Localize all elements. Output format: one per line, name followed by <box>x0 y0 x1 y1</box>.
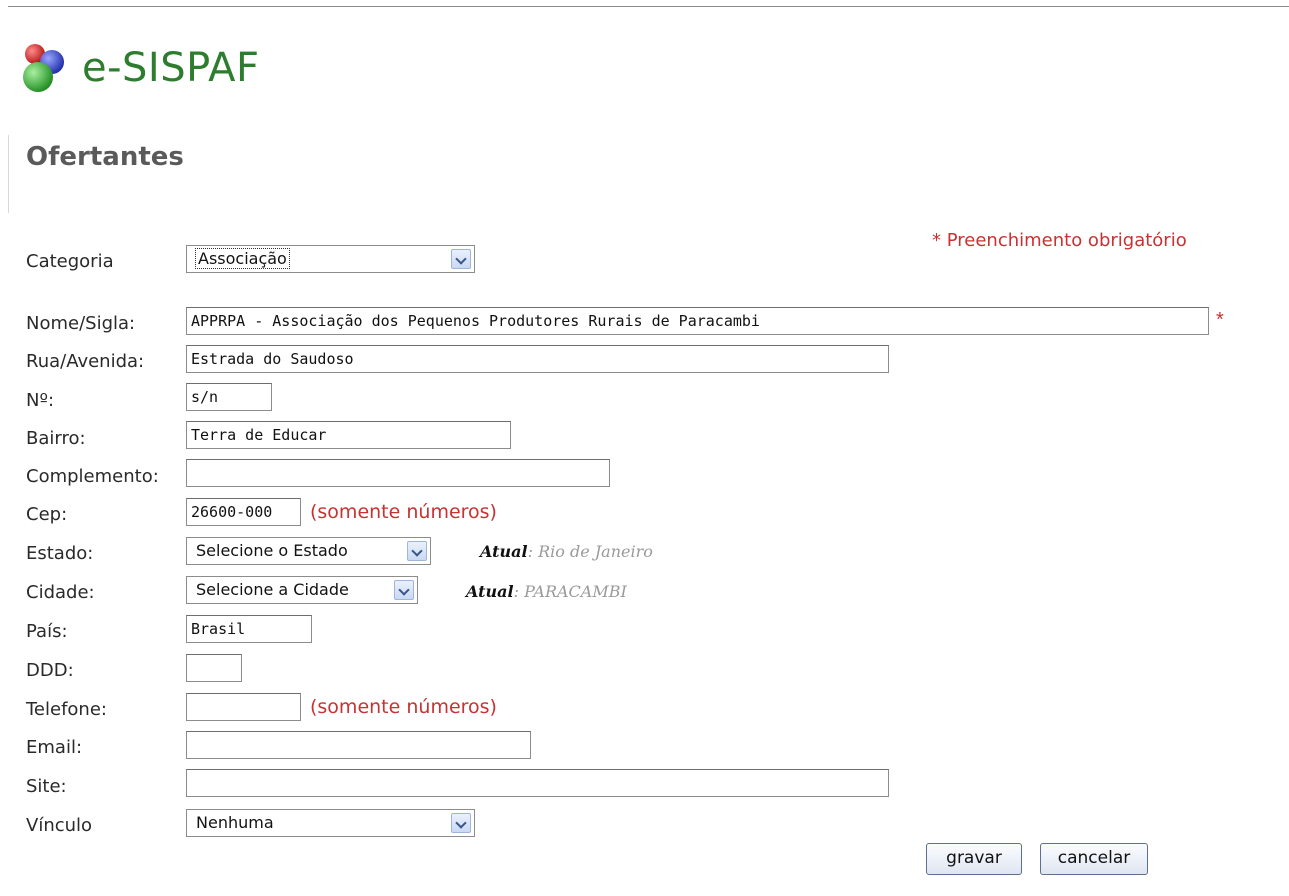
title-accent-bar <box>8 135 9 213</box>
chevron-down-icon <box>394 580 414 600</box>
estado-atual: Atual: Rio de Janeiro <box>480 542 653 561</box>
nome-input[interactable]: APPRPA - Associação dos Pequenos Produto… <box>186 307 1209 335</box>
estado-value: Selecione o Estado <box>196 541 348 560</box>
chevron-down-icon <box>407 541 427 561</box>
email-label: Email: <box>26 737 83 758</box>
app-logo: e-SISPAF <box>18 40 260 96</box>
cancel-button[interactable]: cancelar <box>1040 843 1148 875</box>
cidade-atual-value: : PARACAMBI <box>513 582 627 601</box>
app-name: e-SISPAF <box>82 45 260 91</box>
email-input[interactable] <box>186 731 531 759</box>
complemento-input[interactable] <box>186 459 610 487</box>
pais-input[interactable]: Brasil <box>186 615 312 643</box>
categoria-label: Categoria <box>26 251 114 272</box>
cidade-atual-label: Atual <box>466 582 514 601</box>
molecule-logo-icon <box>23 44 64 92</box>
estado-atual-label: Atual <box>480 542 528 561</box>
estado-select[interactable]: Selecione o Estado <box>186 537 431 565</box>
cep-hint: (somente números) <box>310 501 497 523</box>
chevron-down-icon <box>451 813 471 833</box>
cep-input[interactable]: 26600-000 <box>186 498 301 526</box>
cidade-label: Cidade: <box>26 582 95 603</box>
numero-label: Nº: <box>26 390 55 411</box>
telefone-hint: (somente números) <box>310 696 497 718</box>
vinculo-select[interactable]: Nenhuma <box>186 809 475 837</box>
estado-atual-value: : Rio de Janeiro <box>527 542 653 561</box>
categoria-value: Associação <box>195 248 290 269</box>
telefone-label: Telefone: <box>26 699 107 720</box>
cidade-atual: Atual: PARACAMBI <box>466 582 627 601</box>
required-star: * <box>1216 309 1224 331</box>
chevron-down-icon <box>451 249 471 269</box>
cidade-value: Selecione a Cidade <box>196 580 349 599</box>
numero-input[interactable]: s/n <box>186 383 272 411</box>
ddd-input[interactable] <box>186 654 242 682</box>
site-label: Site: <box>26 776 67 797</box>
complemento-label: Complemento: <box>26 466 159 487</box>
top-divider <box>8 6 1289 7</box>
bairro-label: Bairro: <box>26 428 86 449</box>
estado-label: Estado: <box>26 543 94 564</box>
vinculo-label: Vínculo <box>26 815 93 836</box>
ddd-label: DDD: <box>26 660 74 681</box>
nome-label: Nome/Sigla: <box>26 313 136 334</box>
rua-label: Rua/Avenida: <box>26 351 145 372</box>
site-input[interactable] <box>186 769 889 797</box>
page-title: Ofertantes <box>26 142 184 172</box>
vinculo-value: Nenhuma <box>196 813 274 832</box>
save-button[interactable]: gravar <box>926 843 1022 875</box>
required-note: * Preenchimento obrigatório <box>932 230 1187 251</box>
telefone-input[interactable] <box>186 693 301 721</box>
bairro-input[interactable]: Terra de Educar <box>186 421 511 449</box>
cep-label: Cep: <box>26 504 68 525</box>
rua-input[interactable]: Estrada do Saudoso <box>186 345 889 373</box>
categoria-select[interactable]: Associação <box>186 245 475 273</box>
cidade-select[interactable]: Selecione a Cidade <box>186 576 418 604</box>
pais-label: País: <box>26 621 68 642</box>
